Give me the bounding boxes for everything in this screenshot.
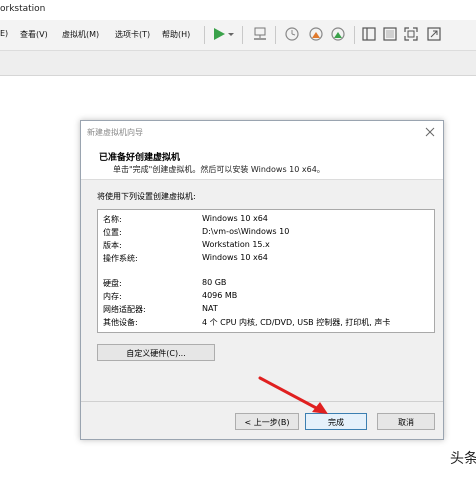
toolbar-separator [275, 26, 276, 44]
setting-label-name: 名称: [103, 215, 122, 224]
vmware-workstation-window: orkstation E) 查看(V) 虚拟机(M) 选项卡(T) 帮助(H) [0, 0, 476, 477]
menu-toolbar: E) 查看(V) 虚拟机(M) 选项卡(T) 帮助(H) [0, 20, 476, 51]
snapshot-manager-icon[interactable] [330, 26, 346, 42]
setting-value-other-devices: 4 个 CPU 内核, CD/DVD, USB 控制器, 打印机, 声卡 [202, 318, 391, 327]
setting-label-location: 位置: [103, 228, 122, 237]
close-icon[interactable] [423, 125, 437, 139]
dialog-title: 新建虚拟机向导 [87, 128, 143, 137]
watermark: 头条 [450, 451, 476, 467]
setting-label-memory: 内存: [103, 292, 122, 301]
title-bar: orkstation [0, 0, 476, 20]
settings-summary: 名称: Windows 10 x64 位置: D:\vm-os\Windows … [97, 209, 435, 333]
menu-vm[interactable]: 虚拟机(M) [62, 29, 99, 40]
setting-label-disk: 硬盘: [103, 279, 122, 288]
fullscreen-icon[interactable] [403, 26, 419, 42]
dialog-header: 已准备好创建虚拟机 单击"完成"创建虚拟机。然后可以安装 Windows 10 … [81, 143, 443, 180]
menu-tabs[interactable]: 选项卡(T) [115, 29, 150, 40]
setting-label-version: 版本: [103, 241, 122, 250]
setting-value-name: Windows 10 x64 [202, 214, 268, 223]
tab-strip [0, 51, 476, 76]
dialog-title-bar: 新建虚拟机向导 [81, 121, 443, 143]
menu-view[interactable]: 查看(V) [20, 29, 48, 40]
annotation-arrow-icon [258, 376, 328, 414]
menu-help[interactable]: 帮助(H) [162, 29, 190, 40]
console-icon[interactable] [382, 26, 398, 42]
menu-edit[interactable]: E) [0, 29, 8, 38]
window-title: orkstation [0, 4, 46, 14]
setting-value-memory: 4096 MB [202, 291, 238, 300]
dialog-heading: 已准备好创建虚拟机 [99, 153, 181, 163]
sidebar-icon[interactable] [361, 26, 377, 42]
snapshot-revert-icon[interactable] [308, 26, 324, 42]
dialog-subheading: 单击"完成"创建虚拟机。然后可以安装 Windows 10 x64。 [113, 165, 325, 174]
setting-value-location: D:\vm-os\Windows 10 [202, 227, 290, 236]
cancel-button[interactable]: 取消 [377, 413, 435, 430]
network-icon[interactable] [252, 26, 268, 42]
setting-value-version: Workstation 15.x [202, 240, 270, 249]
setting-value-disk: 80 GB [202, 278, 227, 287]
customize-hardware-button[interactable]: 自定义硬件(C)... [97, 344, 215, 361]
setting-value-network: NAT [202, 304, 218, 313]
toolbar-separator [204, 26, 205, 44]
play-icon[interactable] [211, 26, 227, 42]
dropdown-icon[interactable] [227, 26, 235, 42]
setting-label-other-devices: 其他设备: [103, 318, 138, 327]
setting-value-os: Windows 10 x64 [202, 253, 268, 262]
toolbar-separator [354, 26, 355, 44]
toolbar-separator [242, 26, 243, 44]
setting-label-network: 网络适配器: [103, 305, 146, 314]
setting-label-os: 操作系统: [103, 254, 138, 263]
settings-intro: 将使用下列设置创建虚拟机: [97, 192, 196, 201]
unity-icon[interactable] [426, 26, 442, 42]
snapshot-icon[interactable] [284, 26, 300, 42]
